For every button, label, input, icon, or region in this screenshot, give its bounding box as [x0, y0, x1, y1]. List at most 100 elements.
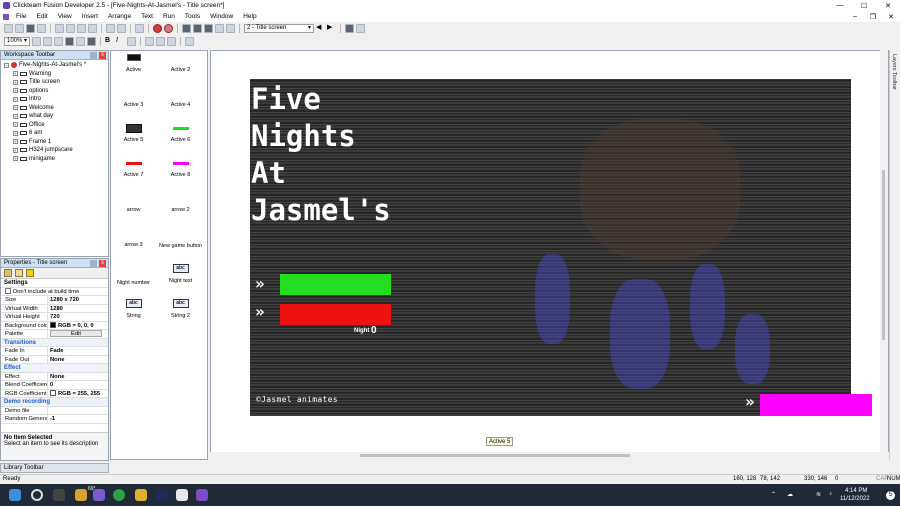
save-all-icon[interactable]	[37, 24, 46, 33]
size-row[interactable]: Size 1280 x 720	[1, 296, 108, 305]
menu-edit[interactable]: Edit	[31, 13, 52, 20]
tree-frame[interactable]: + Office	[1, 121, 108, 130]
new-game-bar[interactable]	[280, 274, 391, 295]
screen-icon[interactable]	[87, 37, 96, 46]
find-icon[interactable]	[135, 24, 144, 33]
tree-frame[interactable]: + options	[1, 87, 108, 96]
arrow-icon[interactable]: »	[255, 304, 265, 320]
arrow-icon[interactable]: »	[745, 394, 755, 410]
object-item[interactable]: abc String 2	[158, 296, 203, 331]
object-item[interactable]: Night number	[111, 261, 156, 296]
undo-icon[interactable]	[106, 24, 115, 33]
clock-time[interactable]: 4:14 PM	[845, 488, 867, 494]
mdi-minimize-button[interactable]: –	[846, 13, 864, 21]
zoom-select[interactable]: 100% ▾	[4, 37, 30, 46]
menu-view[interactable]: View	[53, 13, 77, 20]
object-item[interactable]: Active 3	[111, 86, 156, 121]
minimize-button[interactable]: —	[828, 2, 852, 9]
game-stage[interactable]: Five Nights At Jasmel's » » Night 0 ©Jas…	[250, 79, 851, 416]
clickteam-fusion-icon[interactable]	[196, 489, 208, 501]
about-tab-icon[interactable]	[26, 269, 34, 277]
align-right-icon[interactable]	[167, 37, 176, 46]
settings-tab-icon[interactable]	[4, 269, 12, 277]
fade-in-row[interactable]: Fade In Fade	[1, 347, 108, 356]
resize-icon[interactable]	[185, 37, 194, 46]
mdi-restore-button[interactable]: ❐	[864, 13, 882, 21]
task-view-icon[interactable]	[53, 489, 65, 501]
object-item[interactable]: Active 5	[111, 121, 156, 156]
show-grid-icon[interactable]	[65, 37, 74, 46]
previous-frame-icon[interactable]: ◀	[316, 24, 325, 33]
delete-icon[interactable]	[88, 24, 97, 33]
object-item[interactable]: Active 7	[111, 156, 156, 191]
magenta-bar[interactable]	[760, 394, 872, 416]
library-toolbar-tab[interactable]: Library Toolbar	[0, 463, 109, 473]
runtime-tab-icon[interactable]	[15, 269, 23, 277]
pin-icon[interactable]	[90, 52, 97, 59]
demo-file-row[interactable]: Demo file	[1, 406, 108, 415]
blend-coefficient-row[interactable]: Blend Coefficient 0	[1, 381, 108, 390]
next-frame-icon[interactable]: ▶	[327, 24, 336, 33]
menu-tools[interactable]: Tools	[180, 13, 205, 20]
vertical-scrollbar[interactable]	[880, 50, 888, 452]
copy-icon[interactable]	[66, 24, 75, 33]
new-icon[interactable]	[4, 24, 13, 33]
tree-root[interactable]: − Five-Nights-At-Jasmel's *	[1, 61, 108, 70]
bold-icon[interactable]: B	[105, 37, 114, 46]
align-left-icon[interactable]	[145, 37, 154, 46]
event-list-icon[interactable]	[215, 24, 224, 33]
virtual-height-row[interactable]: Virtual Height 720	[1, 313, 108, 322]
mdi-close-button[interactable]: ✕	[882, 13, 900, 21]
cut-icon[interactable]	[55, 24, 64, 33]
zoom-tool-icon[interactable]	[43, 37, 52, 46]
object-item[interactable]: Active 4	[158, 86, 203, 121]
tree-frame[interactable]: + Intro	[1, 95, 108, 104]
palette-edit-button[interactable]: Edit	[50, 330, 102, 337]
object-item[interactable]: New game button	[158, 226, 203, 261]
run-application-icon[interactable]	[153, 24, 162, 33]
continue-bar[interactable]	[280, 304, 391, 325]
object-item[interactable]: arrow 2	[158, 191, 203, 226]
store-icon[interactable]	[176, 489, 188, 501]
rgb-coefficient-row[interactable]: RGB Coefficient RGB = 255, 255	[1, 389, 108, 398]
tree-frame[interactable]: + Welcome	[1, 104, 108, 113]
search-icon[interactable]	[31, 489, 43, 501]
file-explorer-icon[interactable]	[135, 489, 147, 501]
italic-icon[interactable]: I	[116, 37, 125, 46]
open-icon[interactable]	[15, 24, 24, 33]
frame-editor-icon[interactable]	[193, 24, 202, 33]
tree-frame[interactable]: + Title screen	[1, 78, 108, 87]
horizontal-scrollbar[interactable]	[210, 452, 889, 460]
frame-select[interactable]: 2 - Title screen ▾	[244, 24, 314, 33]
chrome-icon[interactable]	[113, 489, 125, 501]
menu-text[interactable]: Text	[136, 13, 158, 20]
pin-icon[interactable]	[90, 260, 97, 267]
start-icon[interactable]	[9, 489, 21, 501]
save-icon[interactable]	[26, 24, 35, 33]
close-button[interactable]: ✕	[876, 2, 900, 10]
tree-frame[interactable]: + minigame	[1, 155, 108, 164]
snap-icon[interactable]	[356, 24, 365, 33]
object-item[interactable]: Active	[111, 51, 156, 86]
menu-insert[interactable]: Insert	[77, 13, 103, 20]
animate-icon[interactable]	[156, 489, 168, 501]
layer-icon[interactable]	[76, 37, 85, 46]
effect-row[interactable]: Effect None	[1, 372, 108, 381]
fade-out-row[interactable]: Fade Out None	[1, 355, 108, 364]
object-item[interactable]: arrow	[111, 191, 156, 226]
close-icon[interactable]: x	[99, 52, 106, 59]
wifi-icon[interactable]: ≋	[816, 491, 821, 498]
widgets-icon[interactable]	[75, 489, 87, 501]
tree-frame[interactable]: + H324 jumpscare	[1, 146, 108, 155]
fill-color-icon[interactable]	[127, 37, 136, 46]
volume-icon[interactable]: ♪	[829, 491, 832, 497]
hand-tool-icon[interactable]	[32, 37, 41, 46]
maximize-button[interactable]: ☐	[852, 2, 876, 10]
dont-include-checkbox[interactable]	[5, 287, 11, 294]
storyboard-icon[interactable]	[182, 24, 191, 33]
object-item[interactable]: Active 2	[158, 51, 203, 86]
object-item[interactable]: arrow 3	[111, 226, 156, 261]
object-item[interactable]: abc String	[111, 296, 156, 331]
close-icon[interactable]: x	[99, 260, 106, 267]
pointer-tool-icon[interactable]	[54, 37, 63, 46]
